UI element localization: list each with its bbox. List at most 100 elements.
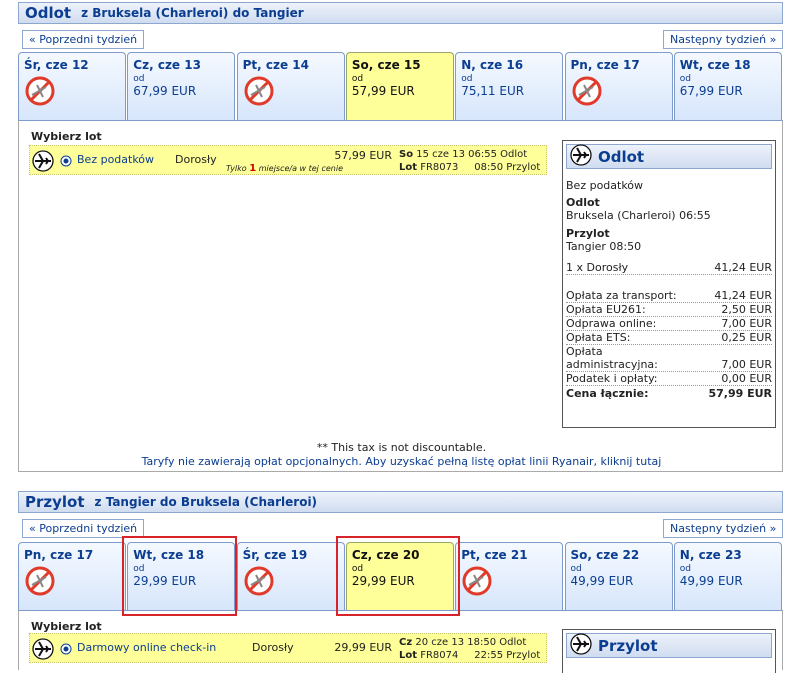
summary-cost-row: Opłata ETS: 0,25 EUR xyxy=(566,331,772,345)
summary-cost-row: 1 x Dorosły 41,24 EUR xyxy=(566,261,772,275)
day-price: 29,99 EUR xyxy=(133,574,197,588)
no-flight-icon xyxy=(24,75,120,110)
day-label: Pn, cze 17 xyxy=(570,58,640,72)
no-flight-icon xyxy=(243,75,339,110)
day-price: 57,99 EUR xyxy=(351,84,415,98)
tax-note: ** This tax is not discountable. xyxy=(316,441,487,454)
day-tab[interactable]: Cz, cze 20 od 29,99 EUR xyxy=(345,542,454,610)
day-from-label: od xyxy=(679,74,692,84)
day-from-label: od xyxy=(351,564,364,574)
day-tab[interactable]: So, cze 15 od 57,99 EUR xyxy=(345,52,454,120)
summary-cost-row: Opłata za transport: 41,24 EUR xyxy=(566,289,772,303)
inbound-title: Przylot xyxy=(25,493,85,511)
inbound-header: Przylot z Tangier do Bruksela (Charleroi… xyxy=(18,491,783,513)
day-tab[interactable]: Wt, cze 18 od 67,99 EUR xyxy=(673,52,782,120)
no-flight-icon xyxy=(571,75,667,110)
summary-fare-type: Bez podatków xyxy=(566,179,644,192)
day-label: So, cze 15 xyxy=(351,58,421,72)
summary-departure-value: Bruksela (Charleroi) 06:55 xyxy=(566,209,711,222)
plane-icon xyxy=(32,638,54,663)
day-label: Wt, cze 18 xyxy=(679,58,751,72)
day-label: N, cze 16 xyxy=(461,58,524,72)
inbound-fare-price: 29,99 EUR xyxy=(334,641,392,654)
summary-cost-row: Opłata EU261: 2,50 EUR xyxy=(566,303,772,317)
summary-arrival-label: Przylot xyxy=(566,227,610,240)
inbound-departure-info: Cz 20 cze 13 18:50 Odlot Lot FR8074 22:5… xyxy=(399,637,541,661)
outbound-flight-panel: Wybierz lot Bez podatków Dorosły 57,99 E… xyxy=(18,120,783,472)
day-from-label: od xyxy=(679,564,692,574)
day-tab[interactable]: Pt, cze 21 xyxy=(455,542,564,610)
plane-icon xyxy=(570,632,592,659)
day-tab[interactable]: Pt, cze 14 xyxy=(236,52,345,120)
day-tab[interactable]: N, cze 23 od 49,99 EUR xyxy=(673,542,782,610)
day-label: So, cze 22 xyxy=(570,548,640,562)
outbound-choose-label: Wybierz lot xyxy=(31,130,102,143)
fees-link[interactable]: Taryfy nie zawierają opłat opcjonalnych.… xyxy=(19,455,784,468)
day-tab[interactable]: N, cze 16 od 75,11 EUR xyxy=(455,52,564,120)
no-flight-icon xyxy=(243,565,339,600)
summary-cost-row: Odprawa online: 7,00 EUR xyxy=(566,317,772,331)
day-price: 29,99 EUR xyxy=(351,574,415,588)
day-price: 67,99 EUR xyxy=(679,84,743,98)
inbound-summary-box: Przylot xyxy=(562,629,776,673)
day-price: 75,11 EUR xyxy=(461,84,525,98)
inbound-summary-title: Przylot xyxy=(598,636,658,655)
outbound-fare-row[interactable]: Bez podatków Dorosły 57,99 EUR Tylko 1 m… xyxy=(29,145,547,175)
plane-icon xyxy=(32,150,54,175)
inbound-choose-label: Wybierz lot xyxy=(31,620,102,633)
inbound-next-week-button[interactable]: Następny tydzień » xyxy=(663,519,784,538)
outbound-seats-left: Tylko 1 miejsce/a w tej cenie xyxy=(226,163,343,174)
day-label: Pt, cze 21 xyxy=(461,548,528,562)
outbound-summary-header: Odlot xyxy=(566,143,772,170)
outbound-next-week-button[interactable]: Następny tydzień » xyxy=(663,30,784,49)
day-tab[interactable]: So, cze 22 od 49,99 EUR xyxy=(564,542,673,610)
summary-cost-rows: 1 x Dorosły 41,24 EUR Opłata za transport:… xyxy=(566,261,772,386)
day-label: Cz, cze 20 xyxy=(351,548,420,562)
day-price: 49,99 EUR xyxy=(679,574,743,588)
day-label: Cz, cze 13 xyxy=(133,58,201,72)
summary-departure-label: Odlot xyxy=(566,196,600,209)
inbound-route: z Tangier do Bruksela (Charleroi) xyxy=(94,495,318,509)
day-price: 49,99 EUR xyxy=(570,574,634,588)
plane-icon xyxy=(570,143,592,170)
day-tab[interactable]: Cz, cze 13 od 67,99 EUR xyxy=(127,52,236,120)
day-label: Wt, cze 18 xyxy=(133,548,205,562)
day-from-label: od xyxy=(133,74,145,84)
day-label: Pn, cze 17 xyxy=(24,548,94,562)
outbound-pax-type: Dorosły xyxy=(175,153,217,166)
inbound-flight-panel: Wybierz lot Darmowy online check-in Doro… xyxy=(18,610,783,673)
day-tab[interactable]: Śr, cze 19 xyxy=(236,542,345,610)
day-from-label: od xyxy=(133,564,145,574)
day-tab[interactable]: Pn, cze 17 xyxy=(564,52,673,120)
inbound-day-tabs: Pn, cze 17 Wt, cze 18 od 29,99 EUR Śr, cze 1… xyxy=(18,542,783,610)
day-label: Śr, cze 19 xyxy=(242,548,308,562)
day-price: 67,99 EUR xyxy=(133,84,197,98)
day-tab[interactable]: Wt, cze 18 od 29,99 EUR xyxy=(127,542,236,610)
summary-cost-row: Podatek i opłaty: 0,00 EUR xyxy=(566,372,772,386)
inbound-summary-header: Przylot xyxy=(566,632,772,659)
outbound-day-tabs: Śr, cze 12 Cz, cze 13 od 67,99 EUR Pt, cze 1… xyxy=(18,52,783,120)
inbound-fare-row[interactable]: Darmowy online check-in Dorosły 29,99 EU… xyxy=(29,633,547,663)
day-from-label: od xyxy=(570,564,582,574)
day-from-label: od xyxy=(351,74,364,84)
no-flight-icon xyxy=(24,565,120,600)
day-tab[interactable]: Pn, cze 17 xyxy=(18,542,126,610)
outbound-fare-radio[interactable] xyxy=(60,155,72,170)
day-tab[interactable]: Śr, cze 12 xyxy=(18,52,126,120)
outbound-fare-price: 57,99 EUR xyxy=(334,149,392,162)
inbound-prev-week-button[interactable]: « Poprzedni tydzień xyxy=(22,519,145,538)
summary-arrival-value: Tangier 08:50 xyxy=(566,240,642,253)
day-label: Pt, cze 14 xyxy=(242,58,309,72)
no-flight-icon xyxy=(461,565,557,600)
summary-cost-row: Opłata administracyjna: 7,00 EUR xyxy=(566,345,772,372)
inbound-fare-radio[interactable] xyxy=(60,643,72,658)
day-from-label: od xyxy=(461,74,473,84)
outbound-fare-name[interactable]: Bez podatków xyxy=(77,153,154,166)
outbound-prev-week-button[interactable]: « Poprzedni tydzień xyxy=(22,30,145,49)
outbound-header: Odlot z Bruksela (Charleroi) do Tangier xyxy=(18,2,783,24)
day-label: N, cze 23 xyxy=(679,548,742,562)
summary-total-row: Cena łącznie: 57,99 EUR xyxy=(566,387,772,400)
inbound-fare-name[interactable]: Darmowy online check-in xyxy=(77,641,216,654)
outbound-departure-info: So 15 cze 13 06:55 Odlot Lot FR8073 08:5… xyxy=(399,149,541,173)
day-label: Śr, cze 12 xyxy=(24,58,89,72)
